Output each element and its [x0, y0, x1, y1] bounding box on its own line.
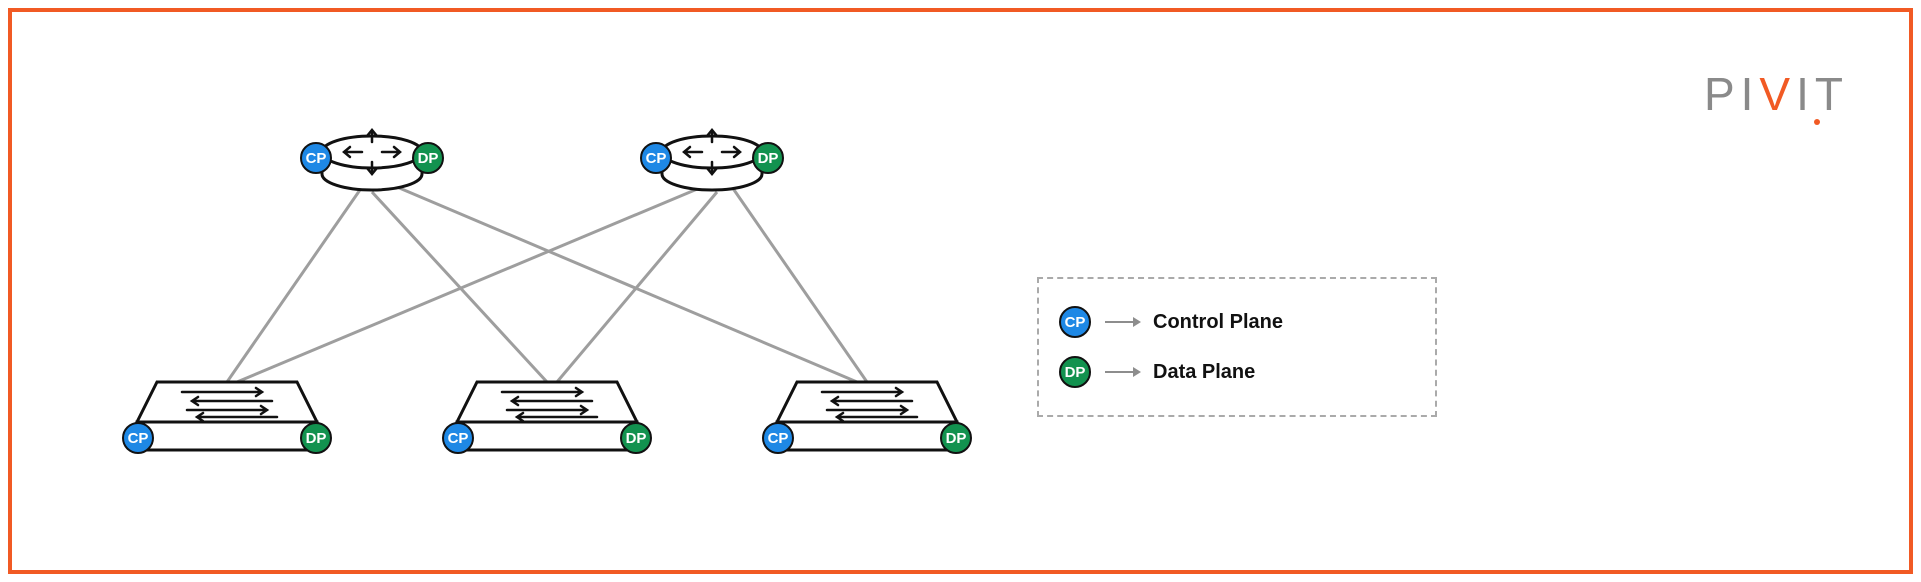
dp-badge: DP — [752, 142, 784, 174]
arrow-right-icon — [1105, 321, 1139, 323]
switch-1: CP DP — [132, 377, 322, 457]
legend-row-cp: CP Control Plane — [1059, 306, 1415, 338]
diagram-frame: PIVIT CP DP — [8, 8, 1913, 574]
topology-links — [12, 12, 1917, 578]
switch-3: CP DP — [772, 377, 962, 457]
cp-badge: CP — [1059, 306, 1091, 338]
router-1: CP DP — [312, 112, 432, 197]
switch-icon — [452, 377, 642, 457]
dp-badge: DP — [412, 142, 444, 174]
legend-row-dp: DP Data Plane — [1059, 356, 1415, 388]
legend-label-cp: Control Plane — [1153, 311, 1283, 334]
cp-badge: CP — [300, 142, 332, 174]
cp-badge: CP — [640, 142, 672, 174]
dp-badge: DP — [620, 422, 652, 454]
legend-label-dp: Data Plane — [1153, 361, 1255, 384]
dp-badge: DP — [1059, 356, 1091, 388]
dp-badge: DP — [940, 422, 972, 454]
legend-box: CP Control Plane DP Data Plane — [1037, 277, 1437, 417]
switch-2: CP DP — [452, 377, 642, 457]
switch-icon — [772, 377, 962, 457]
cp-badge: CP — [442, 422, 474, 454]
router-2: CP DP — [652, 112, 772, 197]
arrow-right-icon — [1105, 371, 1139, 373]
cp-badge: CP — [762, 422, 794, 454]
switch-icon — [132, 377, 322, 457]
dp-badge: DP — [300, 422, 332, 454]
cp-badge: CP — [122, 422, 154, 454]
